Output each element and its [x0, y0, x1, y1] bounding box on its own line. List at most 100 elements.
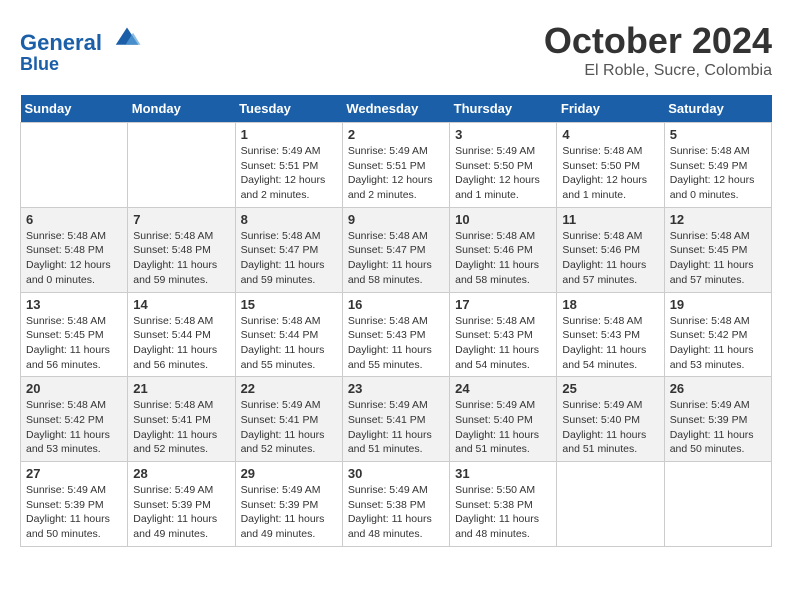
calendar-cell: 11 Sunrise: 5:48 AM Sunset: 5:46 PM Dayli…	[557, 207, 664, 292]
calendar-cell: 24Sunrise: 5:49 AM Sunset: 5:40 PM Dayli…	[450, 377, 557, 462]
calendar-cell: 14Sunrise: 5:48 AM Sunset: 5:44 PM Dayli…	[128, 292, 235, 377]
day-number: 28	[133, 466, 229, 481]
calendar-cell: 12 Sunrise: 5:48 AM Sunset: 5:45 PM Dayli…	[664, 207, 771, 292]
day-number: 31	[455, 466, 551, 481]
day-number: 25	[562, 381, 658, 396]
calendar-cell: 27 Sunrise: 5:49 AM Sunset: 5:39 PM Dayli…	[21, 462, 128, 547]
day-info: Sunrise: 5:48 AM Sunset: 5:45 PM Dayligh…	[670, 229, 766, 288]
day-number: 18	[562, 297, 658, 312]
day-number: 6	[26, 212, 122, 227]
day-number: 20	[26, 381, 122, 396]
day-number: 26	[670, 381, 766, 396]
calendar-cell: 15Sunrise: 5:48 AM Sunset: 5:44 PM Dayli…	[235, 292, 342, 377]
day-info: Sunrise: 5:49 AM Sunset: 5:51 PM Dayligh…	[241, 144, 337, 203]
week-row-3: 13Sunrise: 5:48 AM Sunset: 5:45 PM Dayli…	[21, 292, 772, 377]
day-info: Sunrise: 5:48 AM Sunset: 5:44 PM Dayligh…	[133, 314, 229, 373]
header-day-tuesday: Tuesday	[235, 95, 342, 123]
day-info: Sunrise: 5:49 AM Sunset: 5:39 PM Dayligh…	[241, 483, 337, 542]
calendar-cell: 23Sunrise: 5:49 AM Sunset: 5:41 PM Dayli…	[342, 377, 449, 462]
calendar-cell: 8Sunrise: 5:48 AM Sunset: 5:47 PM Daylig…	[235, 207, 342, 292]
header-day-friday: Friday	[557, 95, 664, 123]
calendar-cell: 4 Sunrise: 5:48 AM Sunset: 5:50 PM Daylig…	[557, 123, 664, 208]
day-number: 27	[26, 466, 122, 481]
calendar-cell: 9Sunrise: 5:48 AM Sunset: 5:47 PM Daylig…	[342, 207, 449, 292]
calendar-cell	[21, 123, 128, 208]
calendar-cell: 1 Sunrise: 5:49 AM Sunset: 5:51 PM Daylig…	[235, 123, 342, 208]
day-number: 7	[133, 212, 229, 227]
day-number: 17	[455, 297, 551, 312]
logo: General Blue	[20, 20, 142, 75]
day-info: Sunrise: 5:48 AM Sunset: 5:43 PM Dayligh…	[562, 314, 658, 373]
logo-text: General	[20, 20, 142, 55]
day-info: Sunrise: 5:48 AM Sunset: 5:50 PM Dayligh…	[562, 144, 658, 203]
day-number: 12	[670, 212, 766, 227]
day-number: 23	[348, 381, 444, 396]
calendar-cell: 20 Sunrise: 5:48 AM Sunset: 5:42 PM Dayli…	[21, 377, 128, 462]
calendar-header: SundayMondayTuesdayWednesdayThursdayFrid…	[21, 95, 772, 123]
header-day-sunday: Sunday	[21, 95, 128, 123]
calendar-cell: 25 Sunrise: 5:49 AM Sunset: 5:40 PM Dayli…	[557, 377, 664, 462]
title-block: October 2024 El Roble, Sucre, Colombia	[544, 20, 772, 80]
day-number: 16	[348, 297, 444, 312]
location: El Roble, Sucre, Colombia	[544, 62, 772, 80]
calendar-cell: 13Sunrise: 5:48 AM Sunset: 5:45 PM Dayli…	[21, 292, 128, 377]
day-number: 24	[455, 381, 551, 396]
header-day-thursday: Thursday	[450, 95, 557, 123]
day-number: 2	[348, 127, 444, 142]
calendar-cell: 18 Sunrise: 5:48 AM Sunset: 5:43 PM Dayli…	[557, 292, 664, 377]
day-number: 4	[562, 127, 658, 142]
day-number: 5	[670, 127, 766, 142]
day-info: Sunrise: 5:48 AM Sunset: 5:46 PM Dayligh…	[562, 229, 658, 288]
day-number: 9	[348, 212, 444, 227]
day-number: 3	[455, 127, 551, 142]
day-info: Sunrise: 5:48 AM Sunset: 5:42 PM Dayligh…	[670, 314, 766, 373]
day-info: Sunrise: 5:48 AM Sunset: 5:46 PM Dayligh…	[455, 229, 551, 288]
calendar-cell	[557, 462, 664, 547]
day-info: Sunrise: 5:49 AM Sunset: 5:40 PM Dayligh…	[562, 398, 658, 457]
day-info: Sunrise: 5:49 AM Sunset: 5:41 PM Dayligh…	[241, 398, 337, 457]
day-number: 22	[241, 381, 337, 396]
day-info: Sunrise: 5:48 AM Sunset: 5:48 PM Dayligh…	[133, 229, 229, 288]
day-info: Sunrise: 5:49 AM Sunset: 5:38 PM Dayligh…	[348, 483, 444, 542]
calendar-cell: 10Sunrise: 5:48 AM Sunset: 5:46 PM Dayli…	[450, 207, 557, 292]
logo-blue: Blue	[20, 55, 142, 75]
week-row-2: 6 Sunrise: 5:48 AM Sunset: 5:48 PM Daylig…	[21, 207, 772, 292]
calendar-table: SundayMondayTuesdayWednesdayThursdayFrid…	[20, 95, 772, 547]
calendar-cell: 19 Sunrise: 5:48 AM Sunset: 5:42 PM Dayli…	[664, 292, 771, 377]
calendar-cell	[664, 462, 771, 547]
day-number: 15	[241, 297, 337, 312]
calendar-cell: 7 Sunrise: 5:48 AM Sunset: 5:48 PM Daylig…	[128, 207, 235, 292]
day-number: 11	[562, 212, 658, 227]
week-row-5: 27 Sunrise: 5:49 AM Sunset: 5:39 PM Dayli…	[21, 462, 772, 547]
day-number: 30	[348, 466, 444, 481]
day-number: 29	[241, 466, 337, 481]
header-day-monday: Monday	[128, 95, 235, 123]
calendar-cell: 3Sunrise: 5:49 AM Sunset: 5:50 PM Daylig…	[450, 123, 557, 208]
calendar-cell: 17 Sunrise: 5:48 AM Sunset: 5:43 PM Dayli…	[450, 292, 557, 377]
day-number: 21	[133, 381, 229, 396]
day-info: Sunrise: 5:48 AM Sunset: 5:41 PM Dayligh…	[133, 398, 229, 457]
day-number: 19	[670, 297, 766, 312]
header-day-saturday: Saturday	[664, 95, 771, 123]
header-row: SundayMondayTuesdayWednesdayThursdayFrid…	[21, 95, 772, 123]
day-number: 8	[241, 212, 337, 227]
calendar-cell: 31 Sunrise: 5:50 AM Sunset: 5:38 PM Dayli…	[450, 462, 557, 547]
week-row-1: 1 Sunrise: 5:49 AM Sunset: 5:51 PM Daylig…	[21, 123, 772, 208]
calendar-body: 1 Sunrise: 5:49 AM Sunset: 5:51 PM Daylig…	[21, 123, 772, 547]
calendar-cell: 16Sunrise: 5:48 AM Sunset: 5:43 PM Dayli…	[342, 292, 449, 377]
logo-general: General	[20, 30, 102, 55]
calendar-cell: 26 Sunrise: 5:49 AM Sunset: 5:39 PM Dayli…	[664, 377, 771, 462]
calendar-cell: 5Sunrise: 5:48 AM Sunset: 5:49 PM Daylig…	[664, 123, 771, 208]
calendar-cell	[128, 123, 235, 208]
week-row-4: 20 Sunrise: 5:48 AM Sunset: 5:42 PM Dayli…	[21, 377, 772, 462]
calendar-cell: 28 Sunrise: 5:49 AM Sunset: 5:39 PM Dayli…	[128, 462, 235, 547]
day-info: Sunrise: 5:49 AM Sunset: 5:39 PM Dayligh…	[26, 483, 122, 542]
day-info: Sunrise: 5:49 AM Sunset: 5:39 PM Dayligh…	[133, 483, 229, 542]
day-number: 1	[241, 127, 337, 142]
day-info: Sunrise: 5:49 AM Sunset: 5:39 PM Dayligh…	[670, 398, 766, 457]
day-info: Sunrise: 5:48 AM Sunset: 5:43 PM Dayligh…	[455, 314, 551, 373]
day-info: Sunrise: 5:50 AM Sunset: 5:38 PM Dayligh…	[455, 483, 551, 542]
calendar-cell: 21 Sunrise: 5:48 AM Sunset: 5:41 PM Dayli…	[128, 377, 235, 462]
month-title: October 2024	[544, 20, 772, 62]
day-info: Sunrise: 5:48 AM Sunset: 5:42 PM Dayligh…	[26, 398, 122, 457]
